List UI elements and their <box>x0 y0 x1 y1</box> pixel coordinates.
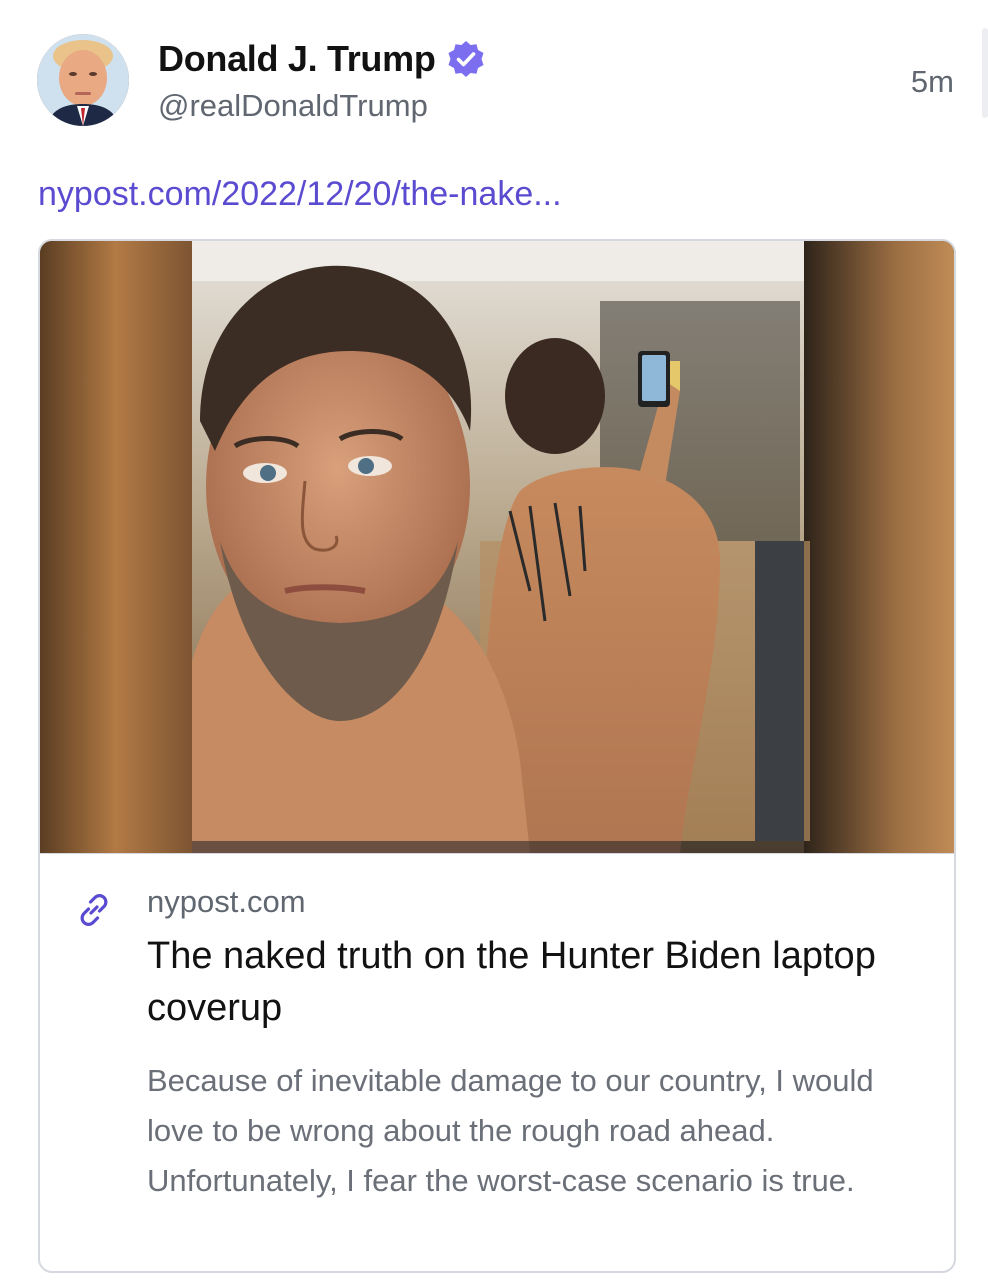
link-preview-card[interactable]: nypost.com The naked truth on the Hunter… <box>38 239 956 1273</box>
display-name[interactable]: Donald J. Trump <box>158 38 436 80</box>
verified-badge-icon <box>446 39 486 79</box>
avatar[interactable] <box>37 34 129 126</box>
link-title[interactable]: The naked truth on the Hunter Biden lapt… <box>147 930 907 1034</box>
link-description: Because of inevitable damage to our coun… <box>147 1063 874 1198</box>
post: Donald J. Trump @realDonaldTrump 5m nypo… <box>0 0 988 1280</box>
link-domain: nypost.com <box>147 884 306 919</box>
post-link[interactable]: nypost.com/2022/12/20/the-nake... <box>38 175 562 214</box>
link-preview-image[interactable] <box>40 241 954 854</box>
post-timestamp[interactable]: 5m <box>911 64 954 100</box>
author-handle[interactable]: @realDonaldTrump <box>158 88 428 124</box>
link-preview-body[interactable]: nypost.com The naked truth on the Hunter… <box>40 854 954 1271</box>
author-name-row[interactable]: Donald J. Trump <box>158 38 486 80</box>
scrollbar[interactable] <box>982 28 988 118</box>
link-icon <box>76 892 112 928</box>
